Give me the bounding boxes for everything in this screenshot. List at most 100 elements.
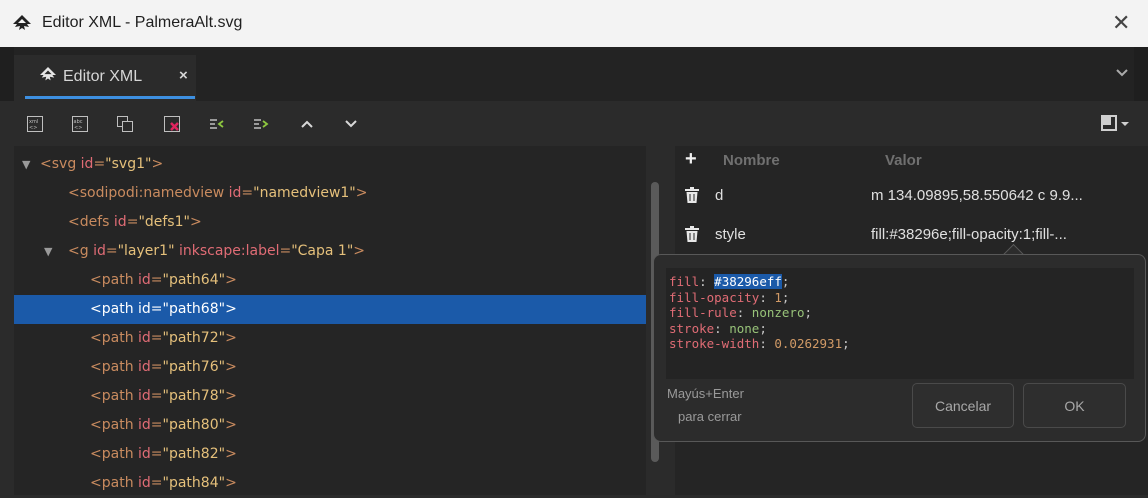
open-bracket: < bbox=[68, 243, 80, 259]
open-bracket: < bbox=[68, 214, 80, 230]
equals-sign: = bbox=[150, 417, 163, 433]
node-attr-value: "layer1" bbox=[117, 243, 175, 259]
tree-node[interactable]: <sodipodi:namedview id="namedview1"> bbox=[14, 179, 646, 208]
equals-sign: = bbox=[150, 446, 163, 462]
raise-node-button[interactable] bbox=[298, 115, 316, 133]
open-bracket: < bbox=[68, 185, 80, 201]
node-attr-value: "svg1" bbox=[105, 156, 152, 172]
css-property-value: 1 bbox=[774, 289, 782, 305]
tree-expander-icon[interactable]: ▼ bbox=[22, 150, 30, 179]
css-colon: : bbox=[699, 274, 715, 289]
xml-node-tree[interactable]: ▼ <svg id="svg1"> <sodipodi:namedview id="… bbox=[14, 146, 646, 495]
tree-node[interactable]: <path id="path72"> bbox=[14, 324, 646, 353]
node-attr-value: "defs1" bbox=[138, 214, 190, 230]
tree-node-markup: <svg id="svg1"> bbox=[40, 150, 163, 179]
css-property-name: stroke-width bbox=[669, 336, 760, 351]
delete-attribute-icon[interactable] bbox=[685, 226, 699, 242]
node-attr-name: id bbox=[80, 156, 94, 172]
tree-node[interactable]: ▼ <g id="layer1" inkscape:label="Capa 1"> bbox=[14, 237, 646, 266]
window-title: Editor XML - PalmeraAlt.svg bbox=[42, 14, 243, 31]
delete-node-button[interactable] bbox=[163, 115, 181, 133]
equals-sign: = bbox=[105, 243, 118, 259]
tree-node[interactable]: <path id="path64"> bbox=[14, 266, 646, 295]
inkscape-logo-icon bbox=[13, 15, 31, 30]
tabs-dropdown-button[interactable] bbox=[1115, 65, 1129, 83]
delete-node-icon bbox=[164, 116, 180, 132]
css-property-value: nonzero bbox=[751, 305, 805, 320]
tree-node[interactable]: <path id="path84"> bbox=[14, 469, 646, 498]
window-close-button[interactable]: ✕ bbox=[1112, 9, 1130, 37]
attribute-value[interactable]: fill:#38296e;fill-opacity:1;fill-... bbox=[871, 226, 1067, 243]
style-value-textarea[interactable]: fill: #38296eff; fill-opacity: 1; fill-rul… bbox=[666, 268, 1134, 379]
attribute-value[interactable]: m 134.09895,58.550642 c 9.9... bbox=[871, 187, 1083, 204]
add-attribute-button[interactable]: + bbox=[685, 148, 697, 171]
node-tag-name: sodipodi:namedview bbox=[79, 185, 225, 201]
attribute-row[interactable]: d m 134.09895,58.550642 c 9.9... bbox=[675, 180, 1148, 212]
open-bracket: < bbox=[90, 301, 102, 317]
new-text-node-icon: abc<> bbox=[72, 116, 88, 132]
attribute-value-editor-popup: fill: #38296eff; fill-opacity: 1; fill-rul… bbox=[653, 254, 1146, 442]
equals-sign: = bbox=[93, 156, 106, 172]
tab-xml-editor[interactable]: Editor XML × bbox=[14, 55, 196, 101]
tree-node-markup: <g id="layer1" inkscape:label="Capa 1"> bbox=[68, 237, 365, 266]
attribute-name: style bbox=[715, 226, 746, 243]
tree-node[interactable]: <path id="path80"> bbox=[14, 411, 646, 440]
style-declaration-line: fill: #38296eff; bbox=[666, 274, 1134, 290]
node-tag-name: path bbox=[101, 272, 134, 288]
css-semicolon: ; bbox=[781, 274, 790, 289]
node-attr-value: "namedview1" bbox=[253, 185, 356, 201]
tree-node-markup: <path id="path68"> bbox=[90, 295, 237, 324]
node-attr-name: id bbox=[138, 272, 151, 288]
node-tag-name: path bbox=[101, 330, 134, 346]
chevron-up-icon bbox=[301, 120, 313, 128]
close-bracket: > bbox=[225, 330, 237, 346]
tree-node-selected[interactable]: <path id="path68"> bbox=[14, 295, 646, 324]
duplicate-node-button[interactable] bbox=[116, 115, 134, 133]
shortcut-hint: Mayús+Enter bbox=[667, 386, 744, 401]
open-bracket: < bbox=[90, 475, 102, 491]
window-titlebar: Editor XML - PalmeraAlt.svg ✕ bbox=[0, 0, 1148, 47]
tree-node-markup: <path id="path80"> bbox=[90, 411, 237, 440]
close-bracket: > bbox=[225, 446, 237, 462]
close-bracket: > bbox=[355, 185, 368, 201]
tree-node[interactable]: <path id="path82"> bbox=[14, 440, 646, 469]
ok-button[interactable]: OK bbox=[1023, 383, 1126, 428]
attribute-row[interactable]: style fill:#38296e;fill-opacity:1;fill-.… bbox=[675, 219, 1148, 251]
panel-layout-icon bbox=[1101, 115, 1129, 131]
node-attr-value: "path80" bbox=[162, 417, 226, 433]
equals-sign: = bbox=[150, 359, 163, 375]
style-declaration-line: stroke: none; bbox=[666, 321, 1134, 337]
lower-node-button[interactable] bbox=[342, 115, 360, 133]
indent-node-button[interactable] bbox=[252, 115, 270, 133]
tree-node[interactable]: <path id="path78"> bbox=[14, 382, 646, 411]
equals-sign: = bbox=[150, 388, 163, 404]
unindent-node-button[interactable] bbox=[208, 115, 226, 133]
tree-node[interactable]: <defs id="defs1"> bbox=[14, 208, 646, 237]
tree-node[interactable]: ▼ <svg id="svg1"> bbox=[14, 150, 646, 179]
cancel-button[interactable]: Cancelar bbox=[912, 383, 1014, 428]
node-attr-name: id bbox=[138, 446, 151, 462]
close-bracket: > bbox=[225, 388, 237, 404]
tab-close-button[interactable]: × bbox=[179, 67, 188, 84]
style-declaration-line: fill-opacity: 1; bbox=[666, 290, 1134, 306]
new-text-node-button[interactable]: abc <> bbox=[71, 115, 89, 133]
tree-node-markup: <path id="path64"> bbox=[90, 266, 237, 295]
delete-attribute-icon[interactable] bbox=[685, 187, 699, 203]
open-bracket: < bbox=[90, 388, 102, 404]
node-attr-value: "Capa 1" bbox=[291, 243, 354, 259]
tree-node-markup: <path id="path76"> bbox=[90, 353, 237, 382]
panel-layout-button[interactable] bbox=[1101, 114, 1139, 134]
css-colon: : bbox=[714, 320, 730, 336]
node-tag-name: path bbox=[101, 301, 134, 317]
new-element-node-button[interactable]: xml <> bbox=[26, 115, 44, 133]
attribute-name: d bbox=[715, 187, 724, 204]
tree-expander-icon[interactable]: ▼ bbox=[44, 237, 52, 266]
node-tag-name: svg bbox=[51, 156, 77, 172]
node-attr-name: id bbox=[138, 475, 151, 491]
svg-text:<>: <> bbox=[29, 125, 37, 131]
tree-node[interactable]: <path id="path76"> bbox=[14, 353, 646, 382]
node-attr-value: "path64" bbox=[162, 272, 226, 288]
node-tag-name: path bbox=[101, 446, 134, 462]
equals-sign: = bbox=[150, 272, 163, 288]
tree-node-markup: <path id="path84"> bbox=[90, 469, 237, 498]
